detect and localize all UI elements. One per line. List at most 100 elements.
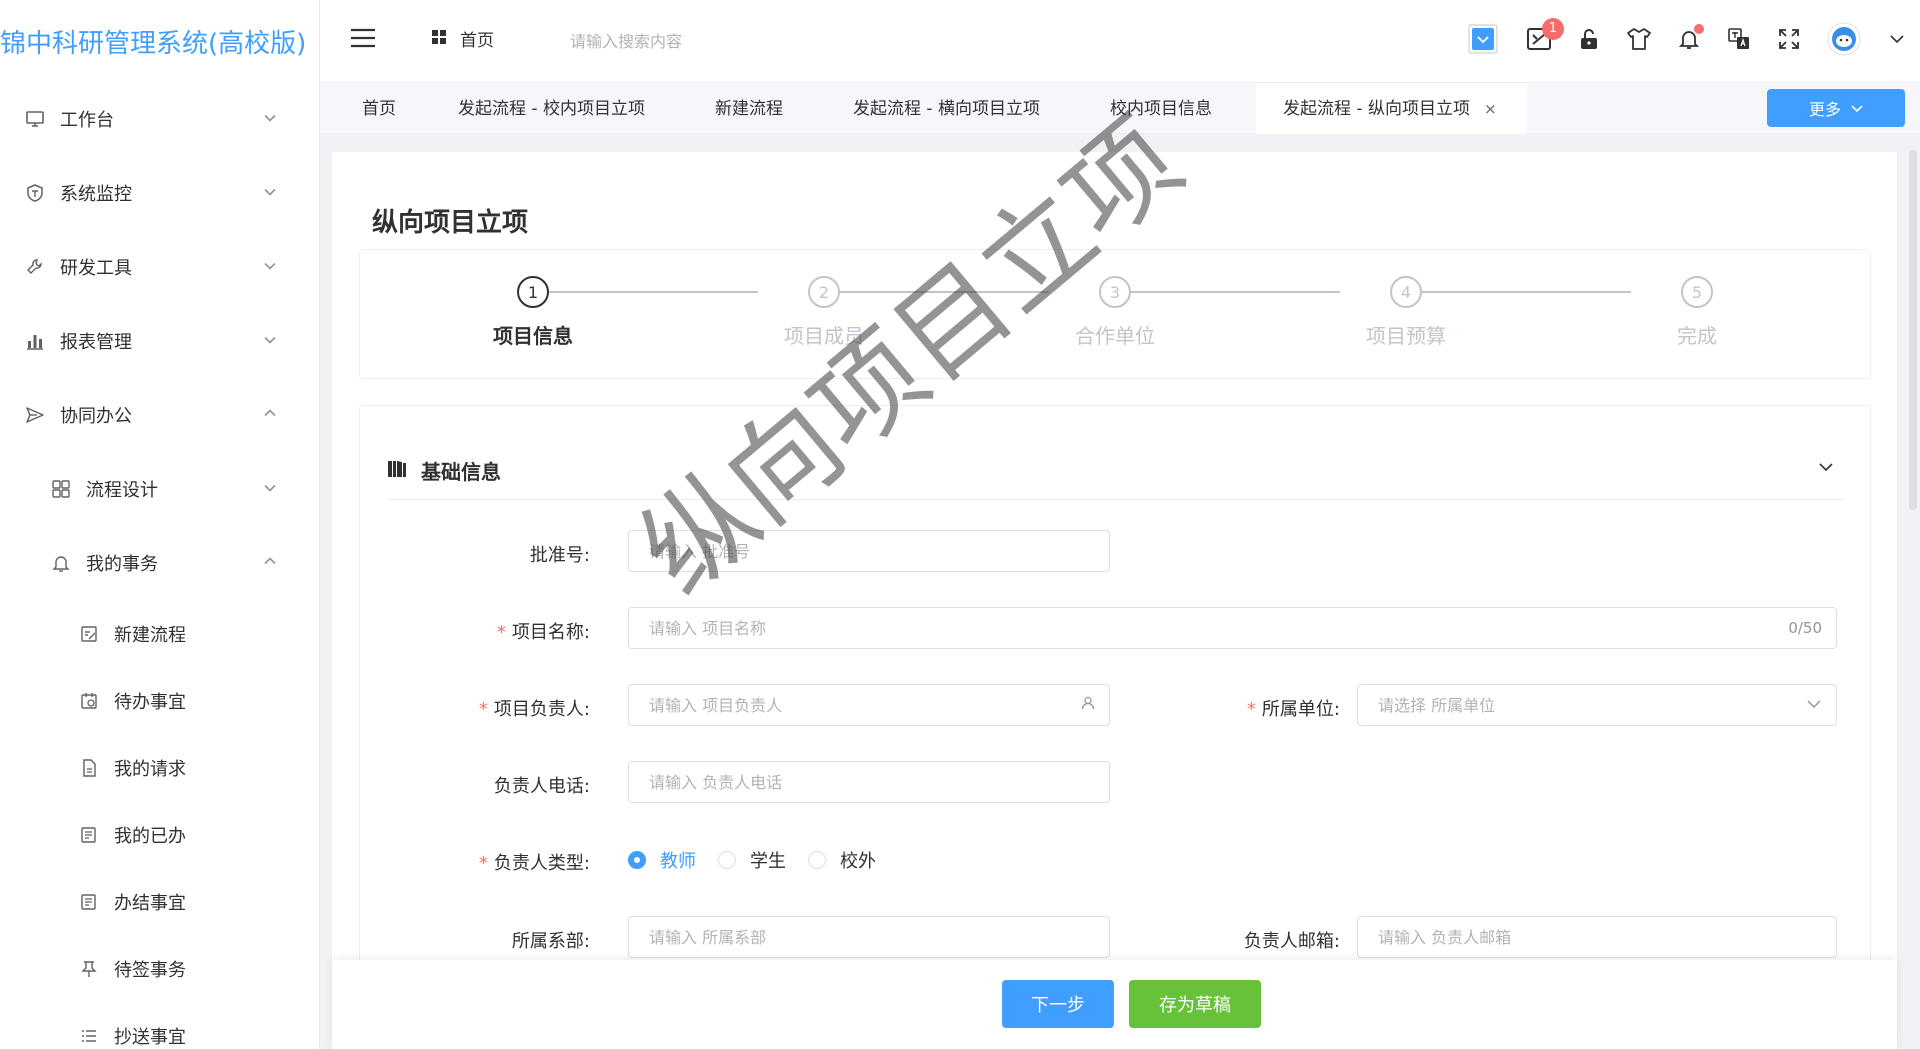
department-input[interactable] <box>629 917 1109 957</box>
breadcrumb-home[interactable]: 首页 <box>460 26 494 51</box>
more-label: 更多 <box>1808 100 1841 119</box>
unit-select[interactable] <box>1357 684 1837 726</box>
leader-phone-label: 负责人电话: <box>493 776 590 797</box>
step-4-circle: 4 <box>1390 276 1422 308</box>
tab-label: 首页 <box>362 99 396 119</box>
step-3-circle: 3 <box>1099 276 1131 308</box>
calendar-icon <box>78 690 100 712</box>
chevron-up-icon <box>263 405 277 426</box>
shield-icon <box>24 182 46 204</box>
radio-label: 校外 <box>840 851 876 872</box>
theme-button[interactable] <box>1614 16 1664 66</box>
tab-label: 新建流程 <box>715 99 783 119</box>
hamburger-menu-icon[interactable] <box>350 27 376 53</box>
close-icon[interactable]: × <box>1484 100 1497 118</box>
tab-home[interactable]: 首页 <box>362 83 396 135</box>
sidebar-item-monitor[interactable]: 系统监控 <box>0 156 319 230</box>
guide-button[interactable]: 1 <box>1514 16 1564 66</box>
sidebar-item-dev-tools[interactable]: 研发工具 <box>0 230 319 304</box>
step-connector <box>535 291 758 293</box>
project-name-input[interactable] <box>629 608 1836 648</box>
basic-info-section: 基础信息 批准号: *项目名称: 0/50 *项目负责人: *所属单位: <box>359 405 1871 1049</box>
page-title: 纵向项目立项 <box>372 208 529 238</box>
leader-email-input[interactable] <box>1358 917 1836 957</box>
tab-label: 校内项目信息 <box>1110 99 1212 119</box>
fullscreen-button[interactable] <box>1764 16 1814 66</box>
department-label: 所属系部: <box>511 931 590 952</box>
sidebar-item-label: 工作台 <box>60 110 114 131</box>
bar-chart-icon <box>24 330 46 352</box>
top-header: 首页 1 <box>320 0 1920 82</box>
user-avatar-button[interactable] <box>1814 16 1874 66</box>
department-field[interactable] <box>628 916 1110 958</box>
breadcrumb[interactable]: 首页 <box>432 26 494 51</box>
sidebar-item-label: 待办事宜 <box>114 691 186 713</box>
step-5-circle: 5 <box>1681 276 1713 308</box>
search-input[interactable] <box>570 24 870 58</box>
tab-internal-project-info[interactable]: 校内项目信息 <box>1110 83 1212 135</box>
sidebar-item-label: 办结事宜 <box>114 892 186 914</box>
next-step-button[interactable]: 下一步 <box>1002 980 1114 1028</box>
sidebar-item-workbench[interactable]: 工作台 <box>0 82 319 156</box>
approval-no-field[interactable] <box>628 530 1110 572</box>
sidebar-item-my-affairs[interactable]: 我的事务 <box>0 526 319 600</box>
scrollbar[interactable] <box>1909 150 1917 510</box>
leader-type-radio-group: 教师 学生 校外 <box>628 847 898 873</box>
file-icon <box>78 757 100 779</box>
translate-icon <box>1727 27 1751 55</box>
tab-new-flow[interactable]: 新建流程 <box>715 83 783 135</box>
section-header[interactable]: 基础信息 <box>387 442 1845 500</box>
leader-email-label: 负责人邮箱: <box>1243 931 1340 952</box>
project-name-field[interactable]: 0/50 <box>628 607 1837 649</box>
radio-student[interactable]: 学生 <box>718 847 786 873</box>
save-draft-button[interactable]: 存为草稿 <box>1129 980 1261 1028</box>
section-title: 基础信息 <box>421 460 501 484</box>
tab-horizontal-project-flow[interactable]: 发起流程 - 横向项目立项 <box>853 83 1040 135</box>
sidebar-item-label: 我的事务 <box>86 554 158 575</box>
lock-icon <box>1577 27 1601 55</box>
lock-screen-button[interactable] <box>1564 16 1614 66</box>
leader-field[interactable] <box>628 684 1110 726</box>
list-icon <box>78 1025 100 1047</box>
wrench-icon <box>24 256 46 278</box>
step-1-label: 项目信息 <box>493 324 573 348</box>
user-icon[interactable] <box>1081 696 1095 714</box>
language-button[interactable] <box>1714 16 1764 66</box>
layout-select-button[interactable] <box>1458 16 1508 66</box>
sidebar-item-todo[interactable]: 待办事宜 <box>0 667 319 734</box>
leader-label: * 项目负责人: <box>478 699 590 720</box>
user-menu-toggle[interactable] <box>1874 16 1920 66</box>
tab-vertical-project-flow[interactable]: 发起流程 - 纵向项目立项 × <box>1256 83 1527 135</box>
approval-no-input[interactable] <box>629 531 1109 571</box>
sidebar: 锦中科研管理系统(高校版) 工作台 系统监控 研发工具 报表管理 协同办公 流程… <box>0 0 320 1049</box>
edit-icon <box>78 623 100 645</box>
sidebar-item-my-done[interactable]: 我的已办 <box>0 801 319 868</box>
tab-internal-project-flow[interactable]: 发起流程 - 校内项目立项 <box>458 83 645 135</box>
radio-dot <box>628 851 646 869</box>
grid-icon <box>50 478 72 500</box>
notifications-button[interactable] <box>1664 16 1714 66</box>
sidebar-item-label: 流程设计 <box>86 480 158 501</box>
radio-label: 学生 <box>750 851 786 872</box>
leader-phone-field[interactable] <box>628 761 1110 803</box>
sidebar-item-collab[interactable]: 协同办公 <box>0 378 319 452</box>
sidebar-item-to-sign[interactable]: 待签事务 <box>0 935 319 1002</box>
sidebar-item-new-flow[interactable]: 新建流程 <box>0 600 319 667</box>
sidebar-item-flow-design[interactable]: 流程设计 <box>0 452 319 526</box>
approval-no-label: 批准号: <box>529 545 590 566</box>
radio-external[interactable]: 校外 <box>808 847 876 873</box>
sidebar-item-my-requests[interactable]: 我的请求 <box>0 734 319 801</box>
more-tabs-button[interactable]: 更多 <box>1767 89 1905 127</box>
radio-dot <box>808 851 826 869</box>
sidebar-item-cc[interactable]: 抄送事宜 <box>0 1002 319 1049</box>
steps: 1 2 3 4 5 项目信息 项目成员 合作单位 项目预算 完成 <box>359 249 1871 379</box>
radio-teacher[interactable]: 教师 <box>628 847 696 873</box>
leader-type-label: * 负责人类型: <box>478 853 590 874</box>
chevron-down-icon[interactable] <box>1817 458 1835 480</box>
leader-email-field[interactable] <box>1357 916 1837 958</box>
sidebar-item-reports[interactable]: 报表管理 <box>0 304 319 378</box>
unit-select-input[interactable] <box>1358 685 1836 725</box>
leader-input[interactable] <box>629 685 1109 725</box>
sidebar-item-completed[interactable]: 办结事宜 <box>0 868 319 935</box>
leader-phone-input[interactable] <box>629 762 1109 802</box>
